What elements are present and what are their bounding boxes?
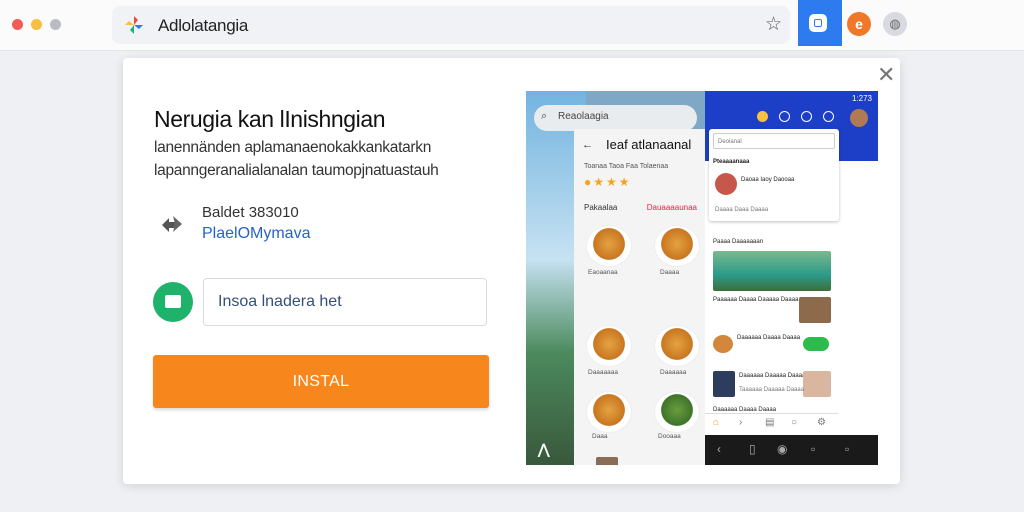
preview-section-heading: Paaaa Daaaaaaan bbox=[713, 239, 764, 245]
status-time: 1:273 bbox=[851, 94, 872, 103]
app-pinwheel-icon bbox=[125, 16, 143, 34]
food-photo bbox=[799, 297, 831, 323]
lake-photo bbox=[713, 251, 831, 291]
star-icon[interactable]: ☆ bbox=[765, 13, 782, 36]
food-thumb bbox=[586, 325, 632, 367]
settings-icon bbox=[801, 111, 812, 122]
recent-icon: ▯ bbox=[749, 442, 756, 456]
preview-right-screen: 1:273 Deoianal Pteaaaanaaa Daoaa Iaoy Da… bbox=[705, 91, 878, 465]
preview-list-item: Daaaaaa Daaaa Daaaa bbox=[737, 335, 801, 341]
circle-icon: ○ bbox=[791, 417, 798, 428]
food-label: Dooaaa bbox=[658, 433, 681, 440]
address-bar[interactable]: Adlolatangia ☆ bbox=[112, 6, 790, 44]
dialog-title: Nerugia kan lInishngian bbox=[154, 106, 386, 132]
preview-profile-meta: Daaaa Daaa Daaaa bbox=[715, 207, 769, 213]
home-icon: ⌂ bbox=[713, 417, 720, 428]
food-label: Daaaaaa bbox=[660, 369, 687, 376]
food-label: Daaa bbox=[592, 433, 608, 440]
tab-title: Adlolatangia bbox=[158, 16, 248, 35]
search-icon: ⌕ bbox=[541, 110, 548, 122]
avatar bbox=[850, 109, 868, 127]
food-label: Daaaa bbox=[660, 269, 680, 276]
preview-list-item: Daaaaaa Daaaaa Daaaa bbox=[739, 373, 806, 379]
message-icon bbox=[153, 282, 193, 322]
preview-restaurant-panel: ← Ieaf atlanaanal Toanaa Taoa Faa Tolaen… bbox=[574, 129, 705, 465]
text-input-field[interactable]: Insoa lnadera het bbox=[203, 278, 487, 326]
window-close-dot[interactable] bbox=[12, 19, 23, 30]
preview-profile-card: Deoianal Pteaaaanaaa Daoaa Iaoy Daooaa D… bbox=[709, 129, 839, 221]
install-button[interactable]: INSTAL bbox=[153, 355, 489, 408]
food-label: Eaoaanaa bbox=[588, 269, 618, 276]
preview-section-link: Dauaaaaunaa bbox=[646, 203, 697, 212]
nav-arrow-icon: ⋀ bbox=[538, 441, 550, 457]
square-icon: ▫ bbox=[811, 442, 816, 456]
preview-profile-name: Daoaa Iaoy Daooaa bbox=[741, 177, 795, 183]
preview-list-item: Taaaaaa Daaaaa Daaaa bbox=[739, 387, 805, 393]
rating-stars: ●★★★ bbox=[584, 175, 632, 189]
badge-icon bbox=[757, 111, 768, 122]
settings-icon: ⚙ bbox=[817, 417, 826, 428]
back-icon: ‹ bbox=[717, 442, 721, 456]
food-thumb bbox=[713, 335, 733, 353]
extension-square-icon[interactable] bbox=[809, 14, 827, 32]
info-icon bbox=[779, 111, 790, 122]
person-photo bbox=[713, 371, 735, 397]
nav-icon: › bbox=[739, 417, 743, 428]
preview-card-title: Pteaaaanaaa bbox=[713, 159, 750, 165]
person-photo bbox=[596, 457, 618, 465]
preview-header-text: Ieaf atlanaanal bbox=[606, 137, 692, 152]
food-thumb bbox=[586, 391, 632, 433]
preview-left-screen: ⌕ Reaolaagia ← Ieaf atlanaanal Toanaa Ta… bbox=[526, 91, 705, 465]
help-icon bbox=[823, 111, 834, 122]
preview-section-title: Pakaalaa bbox=[584, 203, 618, 212]
preview-search-input: Deoianal bbox=[713, 133, 835, 149]
preview-bottom-nav: ⌂ › ▤ ○ ⚙ bbox=[705, 413, 838, 434]
close-icon[interactable]: ✕ bbox=[877, 64, 895, 86]
profile-photo bbox=[715, 173, 737, 195]
app-preview-image: ⌕ Reaolaagia ← Ieaf atlanaanal Toanaa Ta… bbox=[526, 91, 878, 465]
app-meta-text: Baldet 383010 bbox=[202, 204, 299, 221]
home-circle-icon: ◉ bbox=[777, 442, 788, 456]
toggle-switch bbox=[803, 337, 829, 351]
portrait-photo bbox=[803, 371, 831, 397]
back-arrow-icon: ← bbox=[582, 139, 593, 151]
grid-icon: ▤ bbox=[765, 417, 775, 428]
window-zoom-dot[interactable] bbox=[50, 19, 61, 30]
food-thumb bbox=[654, 391, 700, 433]
dialog-subtitle-line2: lapanngeranalialanalan taumopjnatuastauh bbox=[154, 162, 439, 179]
food-thumb bbox=[654, 225, 700, 267]
window-minimize-dot[interactable] bbox=[31, 19, 42, 30]
preview-search-bar: ⌕ Reaolaagia bbox=[534, 105, 697, 131]
preview-list-item: Paaaaaa Daaaa Daaaaa Daaaa bbox=[713, 297, 799, 303]
food-label: Daaaaaaa bbox=[588, 369, 618, 376]
android-nav-bar: ‹ ▯ ◉ ▫ ▫ bbox=[705, 435, 878, 465]
share-arrows-icon bbox=[162, 216, 182, 232]
dialog-subtitle-line1: lanennänden aplamanaenokakkankatarkn bbox=[154, 139, 432, 156]
developer-link[interactable]: PlaelOMymava bbox=[202, 225, 310, 243]
food-thumb bbox=[654, 325, 700, 367]
profile-icon[interactable]: ◍ bbox=[883, 12, 907, 36]
extension-badge-icon[interactable]: e bbox=[847, 12, 871, 36]
food-thumb bbox=[586, 225, 632, 267]
preview-tagline: Toanaa Taoa Faa Tolaenaa bbox=[584, 163, 669, 170]
preview-search-text: Reaolaagia bbox=[558, 111, 609, 122]
square-icon: ▫ bbox=[845, 442, 850, 456]
browser-toolbar: Adlolatangia ☆ e ◍ bbox=[0, 0, 1024, 51]
